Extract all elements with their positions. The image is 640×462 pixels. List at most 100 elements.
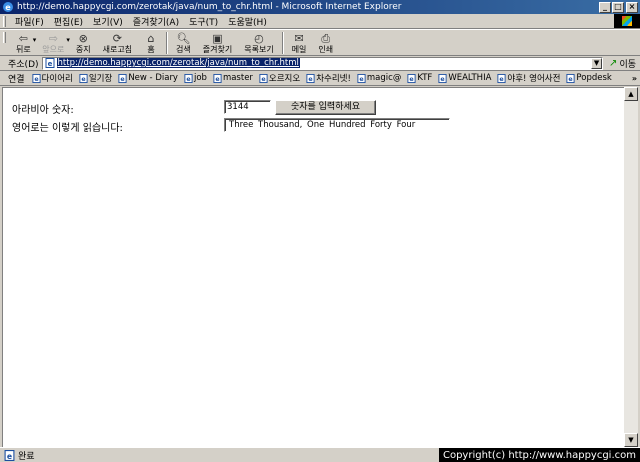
scroll-down-icon[interactable]: ▼ (624, 433, 638, 447)
search-button[interactable]: 🔍︎ 검색 (170, 32, 197, 55)
svg-text:e: e (410, 76, 414, 83)
mail-label: 메일 (291, 45, 307, 54)
link-item[interactable]: e New - Diary (115, 73, 181, 83)
links-more-chevron-icon[interactable]: » (632, 74, 640, 83)
refresh-button[interactable]: ⟳ 새로고침 (97, 32, 138, 55)
link-label: Popdesk (576, 73, 612, 83)
link-label: master (222, 73, 253, 83)
english-words-field[interactable]: Three Thousand, One Hundred Forty Four (224, 118, 450, 132)
link-label: 다이어리 (41, 74, 73, 84)
convert-button[interactable]: 숫자를 입력하세요 (275, 100, 376, 115)
page-icon: e (259, 73, 268, 83)
link-label: 야후! 영어사전 (507, 74, 561, 84)
link-item[interactable]: e 오르지오 (256, 72, 303, 84)
history-button[interactable]: ◴ 목록보기 (238, 32, 279, 55)
link-label: New - Diary (128, 73, 178, 83)
number-input[interactable]: 3144 (224, 100, 271, 114)
svg-text:e: e (215, 76, 219, 83)
print-label: 인쇄 (318, 45, 334, 54)
back-label: 뒤로 (16, 45, 31, 54)
home-label: 홈 (147, 45, 155, 54)
address-url[interactable]: http://demo.happycgi.com/zerotak/java/nu… (56, 58, 300, 68)
menu-favorites[interactable]: 즐겨찾기(A) (128, 15, 184, 28)
svg-text:e: e (500, 76, 504, 83)
go-label: 이동 (619, 59, 636, 70)
page-icon: e (357, 73, 366, 83)
link-item[interactable]: e 다이어리 (29, 72, 76, 84)
mail-button[interactable]: ✉ 메일 (286, 32, 313, 55)
minimize-button[interactable]: _ (599, 1, 611, 13)
back-arrow-icon: ⇦ (18, 31, 28, 45)
menu-file[interactable]: 파일(F) (10, 15, 49, 28)
grip-handle[interactable] (3, 15, 6, 27)
page-icon: e (407, 73, 416, 83)
link-item[interactable]: e magic@ (354, 73, 404, 83)
links-bar: 연결 e 다이어리 e 일기장 e New - Diary e job e ma… (0, 71, 640, 86)
link-label: job (193, 73, 207, 83)
copyright-banner: Copyright(c) http://www.happycgi.com (438, 448, 640, 462)
print-button[interactable]: ⎙ 인쇄 (312, 32, 339, 55)
vertical-scrollbar[interactable]: ▲ ▼ (624, 87, 638, 447)
page-icon: e (118, 73, 127, 83)
page-icon: e (497, 73, 506, 83)
link-item[interactable]: e WEALTHIA (435, 73, 494, 83)
menu-edit[interactable]: 편집(E) (49, 15, 88, 28)
link-label: 차수리넷! (316, 74, 351, 84)
address-input[interactable]: e http://demo.happycgi.com/zerotak/java/… (41, 56, 604, 70)
svg-text:e: e (34, 76, 38, 83)
svg-text:e: e (7, 451, 12, 460)
window-controls: _ □ × (598, 1, 638, 13)
home-button[interactable]: ⌂ 홈 (138, 32, 164, 55)
address-bar: 주소(D) e http://demo.happycgi.com/zerotak… (0, 56, 640, 71)
refresh-icon: ⟳ (112, 31, 122, 45)
link-label: WEALTHIA (448, 73, 492, 83)
page-icon: e (306, 73, 315, 83)
page-icon: e (32, 73, 41, 83)
menu-bar: 파일(F) 편집(E) 보기(V) 즐겨찾기(A) 도구(T) 도움말(H) (0, 14, 640, 29)
page-icon: e (45, 58, 55, 68)
search-icon: 🔍︎ (176, 31, 191, 45)
link-label: 일기장 (88, 74, 113, 84)
standard-toolbar: ⇦ 뒤로 ▾ ⇨ 앞으로 ▾ ⊗ 중지 ⟳ 새로고침 ⌂ 홈 🔍︎ 검색 ▣ 즐… (0, 29, 640, 56)
menu-tools[interactable]: 도구(T) (184, 15, 223, 28)
mail-icon: ✉ (294, 31, 304, 45)
link-item[interactable]: e Popdesk (563, 73, 614, 83)
favorites-button[interactable]: ▣ 즐겨찾기 (197, 32, 238, 55)
link-item[interactable]: e 일기장 (76, 72, 115, 84)
history-label: 목록보기 (244, 45, 274, 54)
links-label: 연결 (8, 74, 25, 85)
stop-icon: ⊗ (78, 31, 88, 45)
grip-handle[interactable] (3, 32, 6, 43)
address-dropdown-icon[interactable]: ▼ (591, 57, 603, 69)
svg-text:e: e (569, 76, 573, 83)
svg-text:e: e (47, 60, 52, 68)
forward-button[interactable]: ⇨ 앞으로 (36, 32, 70, 55)
forward-arrow-icon: ⇨ (48, 31, 58, 45)
print-icon: ⎙ (321, 31, 331, 45)
status-text: 완료 (18, 451, 35, 462)
scroll-up-icon[interactable]: ▲ (624, 87, 638, 101)
go-button[interactable]: ↗ 이동 (603, 57, 640, 70)
close-button[interactable]: × (626, 1, 638, 13)
menu-view[interactable]: 보기(V) (88, 15, 128, 28)
page-content: 아라비아 숫자: 3144 숫자를 입력하세요 영어로는 이렇게 읽습니다: T… (2, 87, 624, 447)
stop-button[interactable]: ⊗ 중지 (70, 32, 97, 55)
link-item[interactable]: e master (210, 73, 256, 83)
toolbar-separator (166, 32, 169, 54)
svg-text:e: e (186, 76, 190, 83)
maximize-button[interactable]: □ (612, 1, 624, 13)
link-item[interactable]: e job (181, 73, 210, 83)
link-item[interactable]: e 야후! 영어사전 (494, 72, 563, 84)
link-label: KTF (417, 73, 433, 83)
svg-text:e: e (359, 76, 363, 83)
page-icon: e (438, 73, 447, 83)
page-icon: e (566, 73, 575, 83)
link-item[interactable]: e 차수리넷! (303, 72, 354, 84)
svg-text:e: e (121, 76, 125, 83)
link-item[interactable]: e KTF (404, 73, 435, 83)
window-title: http://demo.happycgi.com/zerotak/java/nu… (17, 2, 402, 12)
page-icon: e (184, 73, 193, 83)
arabic-number-label: 아라비아 숫자: (12, 105, 74, 116)
menu-help[interactable]: 도움말(H) (223, 15, 272, 28)
address-label: 주소(D) (8, 59, 39, 70)
